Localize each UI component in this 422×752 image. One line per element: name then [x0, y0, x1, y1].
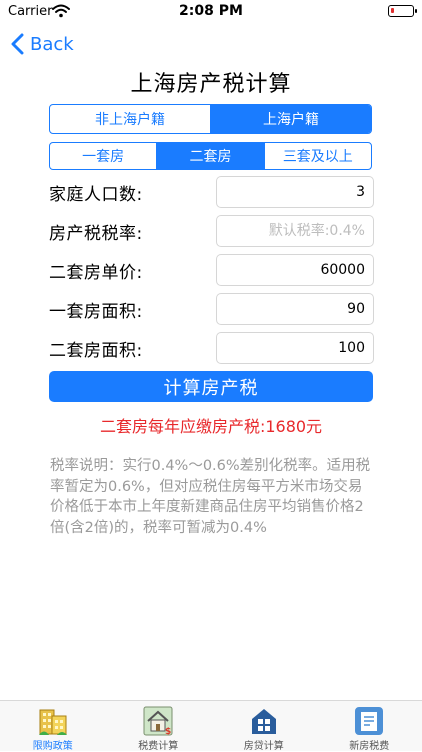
tab-bar: 限购政策 $ 税费计算 房贷计算 新房税费: [0, 700, 422, 751]
tax-rate-input[interactable]: [216, 215, 374, 247]
second-unit-price-input[interactable]: [216, 254, 374, 286]
chevron-left-icon: [10, 33, 24, 55]
tab-non-shanghai-household[interactable]: 非上海户籍: [50, 105, 211, 133]
tab-purchase-policy[interactable]: 限购政策: [0, 701, 106, 751]
tab-second-home[interactable]: 二套房: [157, 143, 264, 169]
page-title: 上海房产税计算: [0, 66, 422, 98]
tax-form-icon: [354, 706, 384, 736]
second-area-row: 二套房面积:: [49, 332, 374, 364]
tab-third-or-more[interactable]: 三套及以上: [265, 143, 371, 169]
tax-rate-row: 房产税税率:: [49, 215, 374, 247]
clock: 2:08 PM: [0, 3, 422, 19]
first-area-row: 一套房面积:: [49, 293, 374, 325]
back-button[interactable]: Back: [10, 31, 74, 57]
property-count-segmented-control: 一套房 二套房 三套及以上: [49, 142, 372, 170]
family-size-input[interactable]: [216, 176, 374, 208]
tab-new-home-tax[interactable]: 新房税费: [317, 701, 422, 751]
house-icon: $: [143, 706, 173, 736]
second-unit-price-label: 二套房单价:: [49, 258, 143, 283]
second-unit-price-row: 二套房单价:: [49, 254, 374, 286]
tax-result: 二套房每年应缴房产税:1680元: [0, 413, 422, 437]
family-size-row: 家庭人口数:: [49, 176, 374, 208]
family-size-label: 家庭人口数:: [49, 180, 143, 205]
household-segmented-control: 非上海户籍 上海户籍: [49, 104, 372, 134]
battery-icon: [388, 5, 414, 17]
tab-mortgage-calculation[interactable]: 房贷计算: [211, 701, 317, 751]
second-area-label: 二套房面积:: [49, 336, 143, 361]
calculator-icon: [249, 706, 279, 736]
tax-rate-explanation: 税率说明：实行0.4%～0.6%差别化税率。适用税率暂定为0.6%，但对应税住房…: [50, 456, 374, 538]
svg-text:$: $: [165, 727, 171, 736]
first-area-label: 一套房面积:: [49, 297, 143, 322]
building-icon: [38, 706, 68, 736]
tax-rate-label: 房产税税率:: [49, 219, 143, 244]
calculate-tax-button[interactable]: 计算房产税: [49, 371, 373, 402]
status-bar: Carrier 2:08 PM: [0, 0, 422, 24]
second-area-input[interactable]: [216, 332, 374, 364]
tab-first-home[interactable]: 一套房: [50, 143, 157, 169]
tab-fee-calculation[interactable]: $ 税费计算: [106, 701, 212, 751]
tab-shanghai-household[interactable]: 上海户籍: [211, 105, 371, 133]
first-area-input[interactable]: [216, 293, 374, 325]
back-label: Back: [30, 34, 74, 55]
